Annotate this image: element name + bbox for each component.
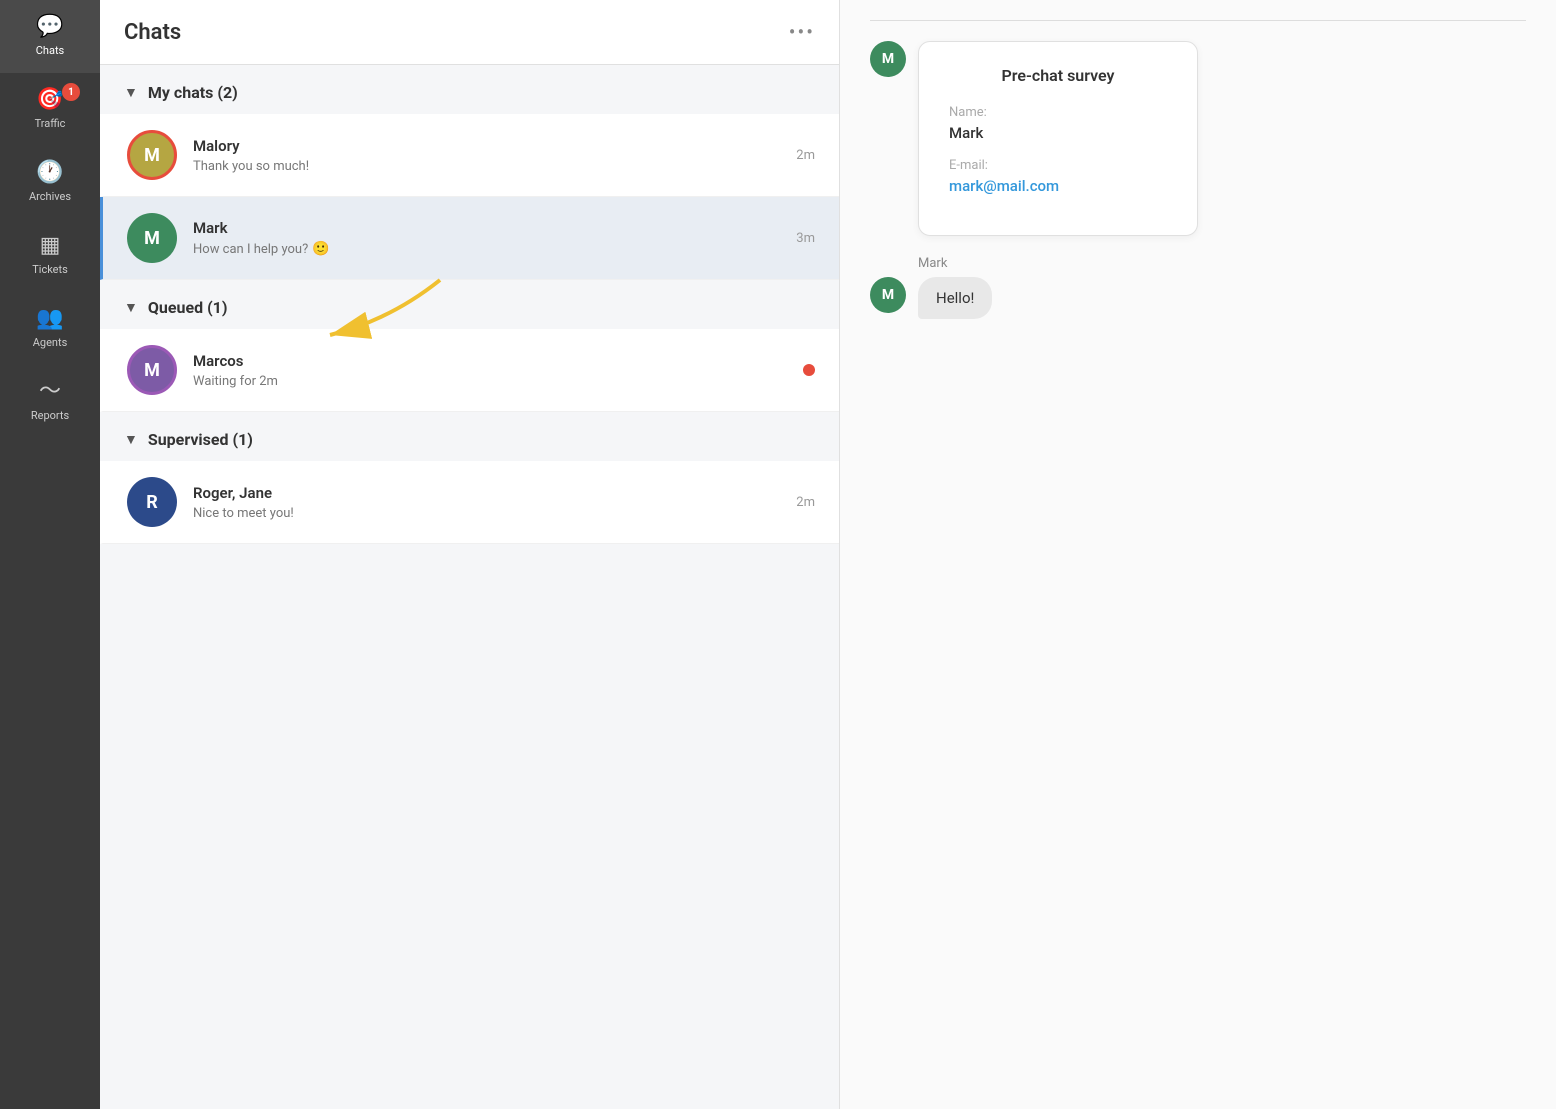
chat-item-malory[interactable]: M Malory Thank you so much! 2m — [100, 114, 839, 197]
section-supervised[interactable]: ▼ Supervised (1) — [100, 412, 839, 461]
conversation-area: M Pre-chat survey Name: Mark E-mail: mar… — [870, 41, 1526, 319]
queued-section-container: ▼ Queued (1) M Marcos Waiting for 2m — [100, 280, 839, 412]
chat-time-mark: 3m — [796, 231, 815, 246]
sidebar-label-chats: Chats — [36, 44, 64, 57]
chevron-my-chats: ▼ — [124, 84, 138, 101]
avatar-mark-small: M — [870, 41, 906, 77]
chat-preview-marcos: Waiting for 2m — [193, 374, 787, 389]
survey-value-email: mark@mail.com — [949, 177, 1167, 195]
chat-name-malory: Malory — [193, 137, 780, 155]
chat-preview-roger-jane: Nice to meet you! — [193, 506, 780, 521]
chat-name-roger-jane: Roger, Jane — [193, 484, 780, 502]
chevron-supervised: ▼ — [124, 431, 138, 448]
chat-time-roger-jane: 2m — [796, 495, 815, 510]
sidebar-item-tickets[interactable]: ▦ Tickets — [0, 219, 100, 292]
survey-label-name: Name: — [949, 105, 1167, 120]
sidebar-label-traffic: Traffic — [35, 117, 66, 130]
panel-divider — [870, 20, 1526, 21]
sidebar-label-tickets: Tickets — [32, 263, 68, 276]
reports-icon: 〜 — [39, 381, 61, 403]
chat-list-panel: Chats ••• ▼ My chats (2) M Malory Thank … — [100, 0, 840, 1109]
avatar-mark: M — [127, 213, 177, 263]
section-my-chats[interactable]: ▼ My chats (2) — [100, 65, 839, 114]
hello-message-row: M Hello! — [870, 277, 1526, 319]
sidebar-label-agents: Agents — [33, 336, 68, 349]
sidebar-item-agents[interactable]: 👥 Agents — [0, 292, 100, 365]
chat-info-marcos: Marcos Waiting for 2m — [193, 352, 787, 389]
survey-value-name: Mark — [949, 124, 1167, 142]
more-options-button[interactable]: ••• — [789, 20, 815, 44]
section-my-chats-label: My chats (2) — [148, 83, 238, 102]
survey-card: Pre-chat survey Name: Mark E-mail: mark@… — [918, 41, 1198, 236]
survey-title: Pre-chat survey — [949, 66, 1167, 85]
sidebar-item-reports[interactable]: 〜 Reports — [0, 365, 100, 438]
survey-message-row: M Pre-chat survey Name: Mark E-mail: mar… — [870, 41, 1526, 236]
avatar-mark-msg: M — [870, 277, 906, 313]
preview-emoji-mark: 🙂 — [312, 241, 329, 257]
chats-icon: 💬 — [36, 16, 63, 38]
sidebar: 💬 Chats 1 🎯 Traffic 🕐 Archives ▦ Tickets… — [0, 0, 100, 1109]
sidebar-label-reports: Reports — [31, 409, 69, 422]
chevron-queued: ▼ — [124, 299, 138, 316]
avatar-roger-jane: R — [127, 477, 177, 527]
chat-info-malory: Malory Thank you so much! — [193, 137, 780, 174]
page-title: Chats — [124, 20, 181, 45]
sidebar-item-chats[interactable]: 💬 Chats — [0, 0, 100, 73]
message-bubble: Hello! — [918, 277, 992, 319]
archives-icon: 🕐 — [36, 162, 63, 184]
chat-item-roger-jane[interactable]: R Roger, Jane Nice to meet you! 2m — [100, 461, 839, 544]
survey-field-email: E-mail: mark@mail.com — [949, 158, 1167, 195]
right-panel: M Pre-chat survey Name: Mark E-mail: mar… — [840, 0, 1556, 1109]
sidebar-item-archives[interactable]: 🕐 Archives — [0, 146, 100, 219]
section-queued[interactable]: ▼ Queued (1) — [100, 280, 839, 329]
traffic-icon: 🎯 — [36, 89, 63, 111]
section-supervised-label: Supervised (1) — [148, 430, 253, 449]
chat-preview-mark: How can I help you? 🙂 — [193, 241, 780, 257]
agents-icon: 👥 — [36, 308, 63, 330]
survey-label-email: E-mail: — [949, 158, 1167, 173]
sidebar-label-archives: Archives — [29, 190, 71, 203]
msg-sender-label: Mark — [918, 256, 1526, 271]
chat-list-body: ▼ My chats (2) M Malory Thank you so muc… — [100, 65, 839, 1109]
chat-dot-marcos — [803, 364, 815, 376]
survey-field-name: Name: Mark — [949, 105, 1167, 142]
avatar-malory: M — [127, 130, 177, 180]
chat-list-header: Chats ••• — [100, 0, 839, 65]
chat-time-malory: 2m — [796, 148, 815, 163]
tickets-icon: ▦ — [40, 235, 61, 257]
chat-info-mark: Mark How can I help you? 🙂 — [193, 219, 780, 257]
section-queued-label: Queued (1) — [148, 298, 228, 317]
chat-name-marcos: Marcos — [193, 352, 787, 370]
chat-preview-malory: Thank you so much! — [193, 159, 780, 174]
chat-item-marcos[interactable]: M Marcos Waiting for 2m — [100, 329, 839, 412]
avatar-marcos: M — [127, 345, 177, 395]
chat-info-roger-jane: Roger, Jane Nice to meet you! — [193, 484, 780, 521]
traffic-badge: 1 — [62, 83, 80, 101]
sidebar-item-traffic[interactable]: 1 🎯 Traffic — [0, 73, 100, 146]
message-sender-name: Mark M Hello! — [870, 256, 1526, 319]
chat-name-mark: Mark — [193, 219, 780, 237]
chat-item-mark[interactable]: M Mark How can I help you? 🙂 3m — [100, 197, 839, 280]
